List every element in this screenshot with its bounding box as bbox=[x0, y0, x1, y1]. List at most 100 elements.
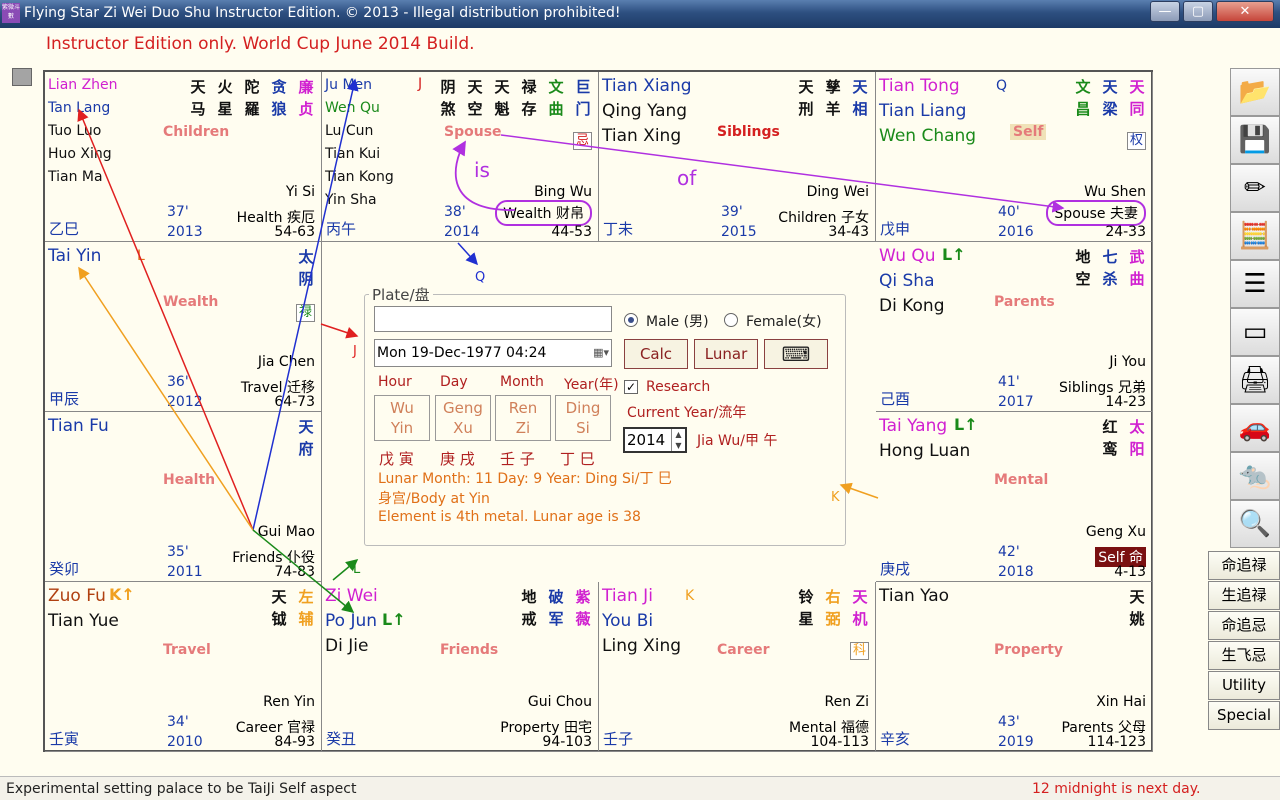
chinese-star-column: 天空 bbox=[467, 78, 483, 118]
body-palace-info: 身宫/Body at Yin bbox=[378, 491, 490, 507]
chinese-star-column: 太阳 bbox=[1129, 418, 1145, 458]
magnifier-icon[interactable]: 🔍 bbox=[1230, 500, 1280, 548]
chinese-star-column: 天梁 bbox=[1102, 78, 1118, 118]
star-name: Tian Fu bbox=[48, 416, 109, 436]
star-name: Tian Xiang bbox=[602, 76, 692, 96]
printer-icon[interactable]: 🖨 bbox=[1230, 356, 1280, 404]
chinese-star-column: 文曲 bbox=[548, 78, 564, 118]
list-icon[interactable]: ☰ bbox=[1230, 260, 1280, 308]
palace-gui-mao[interactable]: Tian Fu 天府 Health Gui Mao Friends 仆役 35' 2011 7… bbox=[45, 412, 322, 582]
year-spinner[interactable]: 2014 ▲ ▼ bbox=[623, 427, 687, 453]
maximize-button[interactable]: ▢ bbox=[1183, 1, 1213, 22]
pillar-chinese: 壬 子 bbox=[500, 450, 535, 468]
car-icon[interactable]: 🚗 bbox=[1230, 404, 1280, 452]
eraser-icon[interactable]: ✏ bbox=[1230, 164, 1280, 212]
year-label: 2012 bbox=[167, 394, 203, 410]
pillar-stem: Ding bbox=[565, 399, 601, 417]
palace-wu-shen[interactable]: Tian Tong Tian Liang Wen Chang 文昌天梁天同 Self Wu… bbox=[876, 72, 1153, 242]
name-input[interactable] bbox=[374, 306, 612, 332]
star-name: Tian Liang bbox=[879, 101, 967, 121]
star-name: Tian Ji bbox=[602, 586, 653, 606]
chinese-star-column: 火星 bbox=[217, 78, 233, 118]
lunar-button[interactable]: Lunar bbox=[694, 339, 758, 369]
palace-geng-xu[interactable]: Tai Yang Hong Luan 红鸾太阳 Mental Geng Xu Self 命… bbox=[876, 412, 1153, 582]
age-range: 104-113 bbox=[810, 734, 870, 750]
chinese-star-column: 天马 bbox=[190, 78, 206, 118]
year-label: 2018 bbox=[998, 564, 1034, 580]
star-list: Tian Xiang Qing Yang Tian Xing bbox=[602, 74, 692, 149]
year-label: 2010 bbox=[167, 734, 203, 750]
branch-name: Yi Si bbox=[285, 184, 315, 200]
year-label: 2013 bbox=[167, 224, 203, 240]
branch-name: Geng Xu bbox=[1085, 524, 1146, 540]
star-name: Tian Kui bbox=[325, 146, 381, 162]
pillar-box[interactable]: Ding Si bbox=[555, 395, 611, 441]
chinese-star-column: 铃星 bbox=[798, 588, 814, 628]
palace-name: Self bbox=[1010, 124, 1047, 140]
palace-ren-yin[interactable]: Zuo Fu Tian Yue 天钺左辅 Travel Ren Yin Career 官禄… bbox=[45, 582, 322, 752]
close-button[interactable]: ✕ bbox=[1216, 1, 1274, 22]
year-ganzhi: Jia Wu/甲 午 bbox=[697, 433, 778, 449]
branch-name: Gui Chou bbox=[527, 694, 592, 710]
menu-item[interactable]: 生飞忌 bbox=[1208, 641, 1280, 670]
chinese-star-column: 天机 bbox=[852, 588, 868, 628]
star-name: Tai Yin bbox=[48, 246, 102, 266]
research-label: Research bbox=[646, 379, 711, 395]
star-name: Tian Tong bbox=[879, 76, 960, 96]
star-name: Huo Xing bbox=[48, 146, 112, 162]
age-range: 34-43 bbox=[828, 224, 869, 240]
is-annotation: is bbox=[474, 158, 490, 182]
palace-bing-wu[interactable]: Ju Men Wen Qu Lu Cun Tian Kui Tian Kong Yin S… bbox=[322, 72, 599, 242]
palace-xin-hai[interactable]: Tian Yao 天姚 Property Xin Hai Parents 父母 43' 20… bbox=[876, 582, 1153, 752]
menu-item[interactable]: 命追禄 bbox=[1208, 551, 1280, 580]
minimize-button[interactable]: — bbox=[1150, 1, 1180, 22]
menu-item[interactable]: Utility bbox=[1208, 671, 1280, 700]
lu-arrow-label: L↑ bbox=[382, 610, 406, 629]
stem-branch: 壬寅 bbox=[49, 730, 80, 748]
chinese-star-column: 廉贞 bbox=[298, 78, 314, 118]
palace-gui-chou[interactable]: Zi Wei Po Jun Di Jie 地戒破军紫薇 Friends Gui Chou P… bbox=[322, 582, 599, 752]
pillar-box[interactable]: Geng Xu bbox=[435, 395, 491, 441]
pillar-box[interactable]: Wu Yin bbox=[374, 395, 430, 441]
save-disk-icon[interactable]: 💾 bbox=[1230, 116, 1280, 164]
star-name: Di Jie bbox=[325, 636, 369, 656]
tool-sidebar: 📂 💾 ✏ 🧮 ☰ ▭ 🖨 🚗 🐀 🔍 bbox=[1228, 68, 1280, 578]
palace-ji-you[interactable]: Wu Qu Qi Sha Di Kong 地空七杀武曲 Parents Ji You Sib… bbox=[876, 242, 1153, 412]
window-title: Flying Star Zi Wei Duo Shu Instructor Ed… bbox=[24, 5, 621, 21]
pillar-heading: Day bbox=[440, 374, 468, 390]
rat-icon[interactable]: 🐀 bbox=[1230, 452, 1280, 500]
pillar-box[interactable]: Ren Zi bbox=[495, 395, 551, 441]
calc-button[interactable]: Calc bbox=[624, 339, 688, 369]
palace-ren-zi[interactable]: Tian Ji You Bi Ling Xing 铃星右弼天机 Career Ren Zi… bbox=[599, 582, 876, 752]
calendar-dropdown-icon[interactable]: ▦▾ bbox=[579, 342, 609, 364]
star-name: Tian Kong bbox=[325, 169, 394, 185]
star-name: Yin Sha bbox=[325, 192, 377, 208]
menu-item[interactable]: Special bbox=[1208, 701, 1280, 730]
birth-date-input[interactable]: Mon 19-Dec-1977 04:24 ▦▾ bbox=[374, 339, 612, 367]
status-message: Experimental setting palace to be TaiJi … bbox=[6, 781, 357, 797]
branch-name: Ren Yin bbox=[263, 694, 315, 710]
menu-item[interactable]: 生追禄 bbox=[1208, 581, 1280, 610]
stem-branch: 癸卯 bbox=[49, 560, 80, 578]
palace-yi-si[interactable]: Lian Zhen Tan Lang Tuo Luo Huo Xing Tian Ma 天… bbox=[45, 72, 322, 242]
research-checkbox[interactable]: ✓ bbox=[624, 380, 638, 394]
palace-jia-chen[interactable]: Tai Yin 太阴 Wealth Jia Chen Travel 迁移 36' 2012 6… bbox=[45, 242, 322, 412]
pillar-chinese: 丁 巳 bbox=[560, 450, 595, 468]
spinner-arrows[interactable]: ▲ ▼ bbox=[671, 429, 685, 451]
chinese-star-column: 天魁 bbox=[494, 78, 510, 118]
calculator-icon[interactable]: 🧮 bbox=[1230, 212, 1280, 260]
settings-square-button[interactable] bbox=[12, 68, 32, 86]
window-icon[interactable]: ▭ bbox=[1230, 308, 1280, 356]
center-panel: Plate/盘 Mon 19-Dec-1977 04:24 ▦▾ Male (男) Fe… bbox=[322, 242, 878, 582]
keyboard-icon[interactable]: ⌨ bbox=[764, 339, 828, 369]
pillar-chinese: 庚 戌 bbox=[440, 450, 475, 468]
lunar-info: Lunar Month: 11 Day: 9 Year: Ding Si/丁 巳 bbox=[378, 471, 672, 487]
male-radio[interactable] bbox=[624, 313, 638, 327]
menu-item[interactable]: 命追忌 bbox=[1208, 611, 1280, 640]
chinese-star-column: 天刑 bbox=[798, 78, 814, 118]
arrow-end-label: L bbox=[353, 562, 361, 577]
female-radio[interactable] bbox=[724, 313, 738, 327]
age-range: 64-73 bbox=[274, 394, 315, 410]
palace-ding-wei[interactable]: Tian Xiang Qing Yang Tian Xing 天刑孳羊天相 Siblin… bbox=[599, 72, 876, 242]
open-folder-icon[interactable]: 📂 bbox=[1230, 68, 1280, 116]
